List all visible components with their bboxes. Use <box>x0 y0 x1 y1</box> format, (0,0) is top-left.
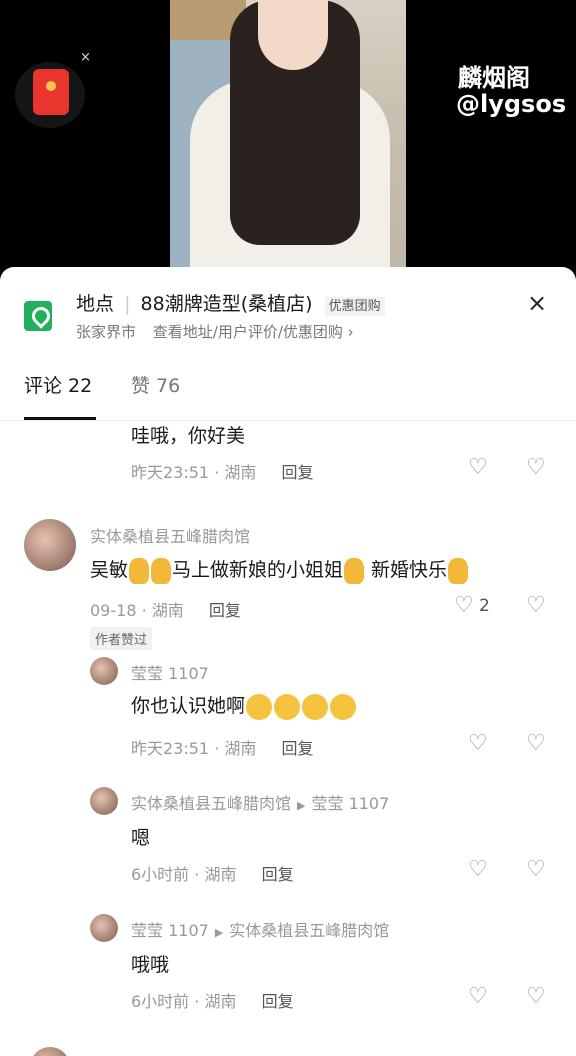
comment-time: 昨天23:51 <box>131 463 210 482</box>
heart-icon[interactable]: ♡ <box>468 733 490 755</box>
location-subline[interactable]: 张家界市 查看地址/用户评价/优惠团购 › <box>76 321 354 342</box>
comment-username[interactable]: 实体桑植县五峰腊肉馆 <box>90 523 250 547</box>
reply-meta: 6小时前 · 湖南 回复 <box>131 988 294 1012</box>
reply-button[interactable]: 回复 <box>282 463 314 482</box>
reply-text: 你也认识她啊 <box>131 691 357 720</box>
laughing-face-icon <box>246 693 273 720</box>
location-tag: 优惠团购 <box>324 297 385 316</box>
reply-time: 6小时前 <box>131 992 190 1011</box>
avatar[interactable] <box>90 914 118 942</box>
author-liked-badge: 作者赞过 <box>90 627 153 650</box>
like-count: 2 <box>479 596 490 616</box>
reply-time: 6小时前 <box>131 865 190 884</box>
broken-heart-icon[interactable]: ♡ <box>526 595 548 617</box>
reply-arrow-icon: ▶ <box>214 926 224 939</box>
heart-icon[interactable]: ♡ <box>468 457 490 479</box>
red-packet-button[interactable] <box>15 62 85 128</box>
comment-text: 哇哦，你好美 <box>131 425 246 447</box>
location-links: 查看地址/用户评价/优惠团购 › <box>152 323 354 341</box>
reply-text: 嗯 <box>131 827 151 849</box>
reply-username: 莹莹 1107 ▶ 实体桑植县五峰腊肉馆 <box>131 917 389 941</box>
red-packet-close-icon[interactable]: × <box>80 50 91 65</box>
location-city: 张家界市 <box>76 323 137 341</box>
location-separator: | <box>124 293 131 315</box>
reply-to-user[interactable]: 实体桑植县五峰腊肉馆 <box>229 921 389 940</box>
dot-separator: · <box>214 739 220 758</box>
comment-meta: 昨天23:51 · 湖南 回复 <box>131 459 314 483</box>
reply-from-user[interactable]: 实体桑植县五峰腊肉馆 <box>131 794 291 813</box>
reply-button[interactable]: 回复 <box>262 992 294 1011</box>
red-packet-icon <box>33 69 69 115</box>
reply-from-user[interactable]: 莹莹 1107 <box>131 921 209 940</box>
tab-likes[interactable]: 赞 76 <box>131 371 180 398</box>
reply-button[interactable]: 回复 <box>209 601 241 620</box>
comment-text: 吴敏 马上做新娘的小姐姐 新婚快乐 <box>90 555 469 584</box>
finger-heart-icon <box>448 557 469 584</box>
comment-text-part3: 新婚快乐 <box>371 559 448 581</box>
thumbs-up-icon <box>151 557 172 584</box>
finger-heart-icon <box>344 557 365 584</box>
reply-time: 昨天23:51 <box>131 739 210 758</box>
comment-meta: 09-18 · 湖南 回复 <box>90 597 241 621</box>
reply-username[interactable]: 莹莹 1107 <box>131 660 209 684</box>
video-person-face <box>258 0 328 70</box>
reply-text-content: 你也认识她啊 <box>131 695 246 717</box>
heart-icon[interactable]: ♡ <box>454 595 476 617</box>
reply-button[interactable]: 回复 <box>282 739 314 758</box>
video-frame <box>170 0 406 290</box>
reply-button[interactable]: 回复 <box>262 865 294 884</box>
heart-icon[interactable]: ♡ <box>468 859 490 881</box>
avatar[interactable] <box>24 519 76 571</box>
watermark-handle: @lygsos <box>456 90 567 118</box>
broken-heart-icon[interactable]: ♡ <box>526 986 548 1008</box>
broken-heart-icon[interactable]: ♡ <box>526 733 548 755</box>
broken-heart-icon[interactable]: ♡ <box>526 457 548 479</box>
comment-text-part2: 马上做新娘的小姐姐 <box>172 559 344 581</box>
dot-separator: · <box>214 463 220 482</box>
laughing-face-icon <box>302 693 329 720</box>
reply-meta: 昨天23:51 · 湖南 回复 <box>131 735 314 759</box>
avatar[interactable] <box>30 1047 70 1056</box>
laughing-face-icon <box>330 693 357 720</box>
broken-heart-icon[interactable]: ♡ <box>526 859 548 881</box>
close-sheet-icon[interactable]: × <box>527 289 547 317</box>
location-title[interactable]: 地点 | 88潮牌造型(桑植店) 优惠团购 <box>76 289 385 316</box>
location-name: 88潮牌造型(桑植店) <box>140 293 313 315</box>
dot-separator: · <box>194 992 200 1011</box>
comment-text-part1: 吴敏 <box>90 559 129 581</box>
thumbs-up-icon <box>129 557 150 584</box>
heart-icon[interactable]: ♡ <box>468 986 490 1008</box>
location-pin-icon <box>24 301 52 331</box>
video-player[interactable]: × 麟烟阁 @lygsos <box>0 0 576 290</box>
reply-region: 湖南 <box>204 865 237 884</box>
comment-region: 湖南 <box>224 463 257 482</box>
comment-time: 09-18 <box>90 601 137 620</box>
avatar[interactable] <box>90 657 118 685</box>
tab-comments[interactable]: 评论 22 <box>24 371 92 398</box>
reply-username: 实体桑植县五峰腊肉馆 ▶ 莹莹 1107 <box>131 790 389 814</box>
dot-separator: · <box>194 865 200 884</box>
reply-to-user[interactable]: 莹莹 1107 <box>311 794 389 813</box>
dot-separator: · <box>141 601 147 620</box>
reply-meta: 6小时前 · 湖南 回复 <box>131 861 294 885</box>
tab-divider <box>0 420 576 421</box>
avatar[interactable] <box>90 787 118 815</box>
reply-region: 湖南 <box>204 992 237 1011</box>
location-prefix: 地点 <box>76 293 115 315</box>
reply-arrow-icon: ▶ <box>297 799 306 812</box>
comment-sheet: 地点 | 88潮牌造型(桑植店) 优惠团购 张家界市 查看地址/用户评价/优惠团… <box>0 267 576 1056</box>
watermark-name: 麟烟阁 <box>458 64 530 92</box>
reply-region: 湖南 <box>224 739 257 758</box>
comment-region: 湖南 <box>151 601 184 620</box>
reply-text: 哦哦 <box>131 954 170 976</box>
laughing-face-icon <box>274 693 301 720</box>
